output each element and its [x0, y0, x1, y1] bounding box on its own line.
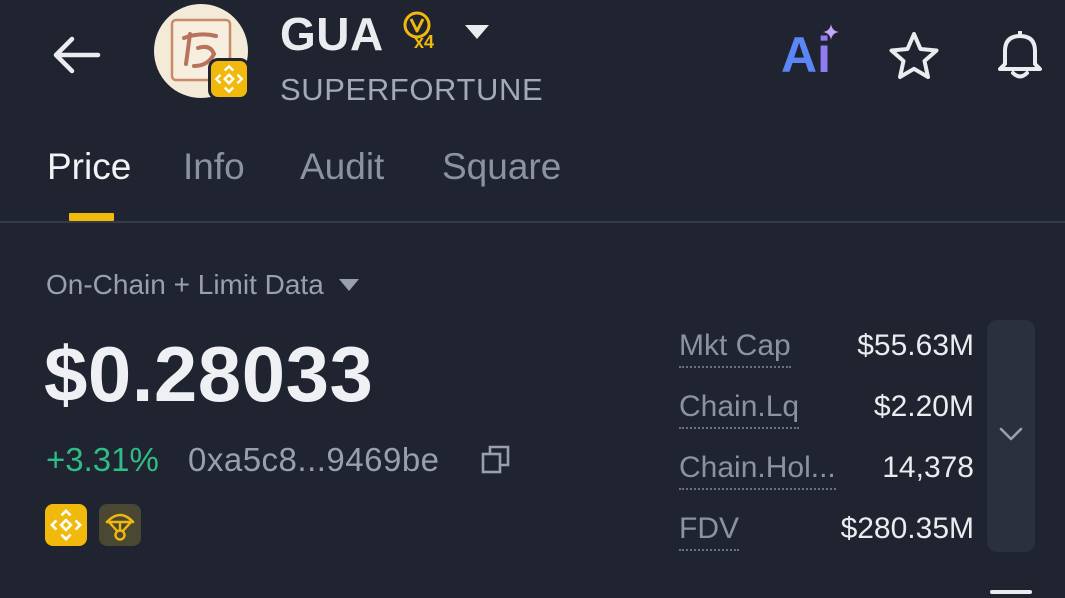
token-full-name: SUPERFORTUNE: [280, 72, 544, 107]
tab-price[interactable]: Price: [47, 145, 131, 189]
copy-icon: [481, 445, 510, 474]
stat-label-fdv[interactable]: FDV: [679, 511, 739, 551]
tabs-divider: [0, 221, 1065, 223]
active-tab-indicator: [69, 213, 114, 221]
data-source-dropdown[interactable]: On-Chain + Limit Data: [46, 266, 360, 304]
stat-value-mkt-cap: $55.63M: [857, 329, 974, 362]
expand-stats-button[interactable]: [987, 320, 1035, 552]
stat-label-mkt-cap[interactable]: Mkt Cap: [679, 328, 791, 368]
sheet-handle[interactable]: [990, 590, 1032, 594]
stat-value-chain-holders: 14,378: [882, 451, 974, 484]
price-change-percent: +3.31%: [46, 441, 159, 478]
stat-label-chain-holders[interactable]: Chain.Hol...: [679, 450, 836, 490]
caret-down-icon: [465, 25, 489, 39]
arrow-left-icon: [53, 36, 101, 74]
data-source-label: On-Chain + Limit Data: [46, 269, 324, 300]
current-price: $0.28033: [44, 330, 374, 418]
stat-value-fdv: $280.35M: [840, 512, 974, 545]
bnb-chain-badge: [208, 58, 250, 100]
airdrop-icon: [105, 513, 135, 541]
tab-square[interactable]: Square: [442, 145, 561, 189]
copy-address-button[interactable]: [480, 444, 512, 476]
airdrop-tag[interactable]: [99, 504, 141, 546]
stat-label-chain-liquidity[interactable]: Chain.Lq: [679, 389, 800, 429]
verified-badge: x4: [402, 10, 448, 54]
tab-info[interactable]: Info: [183, 145, 245, 189]
token-switch-dropdown[interactable]: [463, 22, 491, 42]
multiplier-label: x4: [414, 32, 435, 52]
ai-label-a: A: [781, 27, 818, 83]
contract-address[interactable]: 0xa5c8...9469be: [188, 440, 440, 480]
chevron-down-icon: [999, 427, 1023, 441]
caret-down-icon: [338, 279, 359, 291]
favorite-button[interactable]: [887, 30, 941, 84]
bnb-chain-icon: [50, 509, 82, 541]
back-button[interactable]: [50, 33, 102, 77]
bnb-chain-tag[interactable]: [45, 504, 87, 546]
bell-icon: [998, 31, 1042, 79]
sparkle-icon: [823, 24, 839, 40]
tab-audit[interactable]: Audit: [300, 145, 384, 189]
star-icon: [889, 32, 939, 79]
price-alert-button[interactable]: [992, 26, 1048, 82]
bnb-icon: [214, 64, 244, 94]
stat-value-chain-liquidity: $2.20M: [873, 390, 974, 423]
token-ticker[interactable]: GUA: [280, 8, 384, 60]
